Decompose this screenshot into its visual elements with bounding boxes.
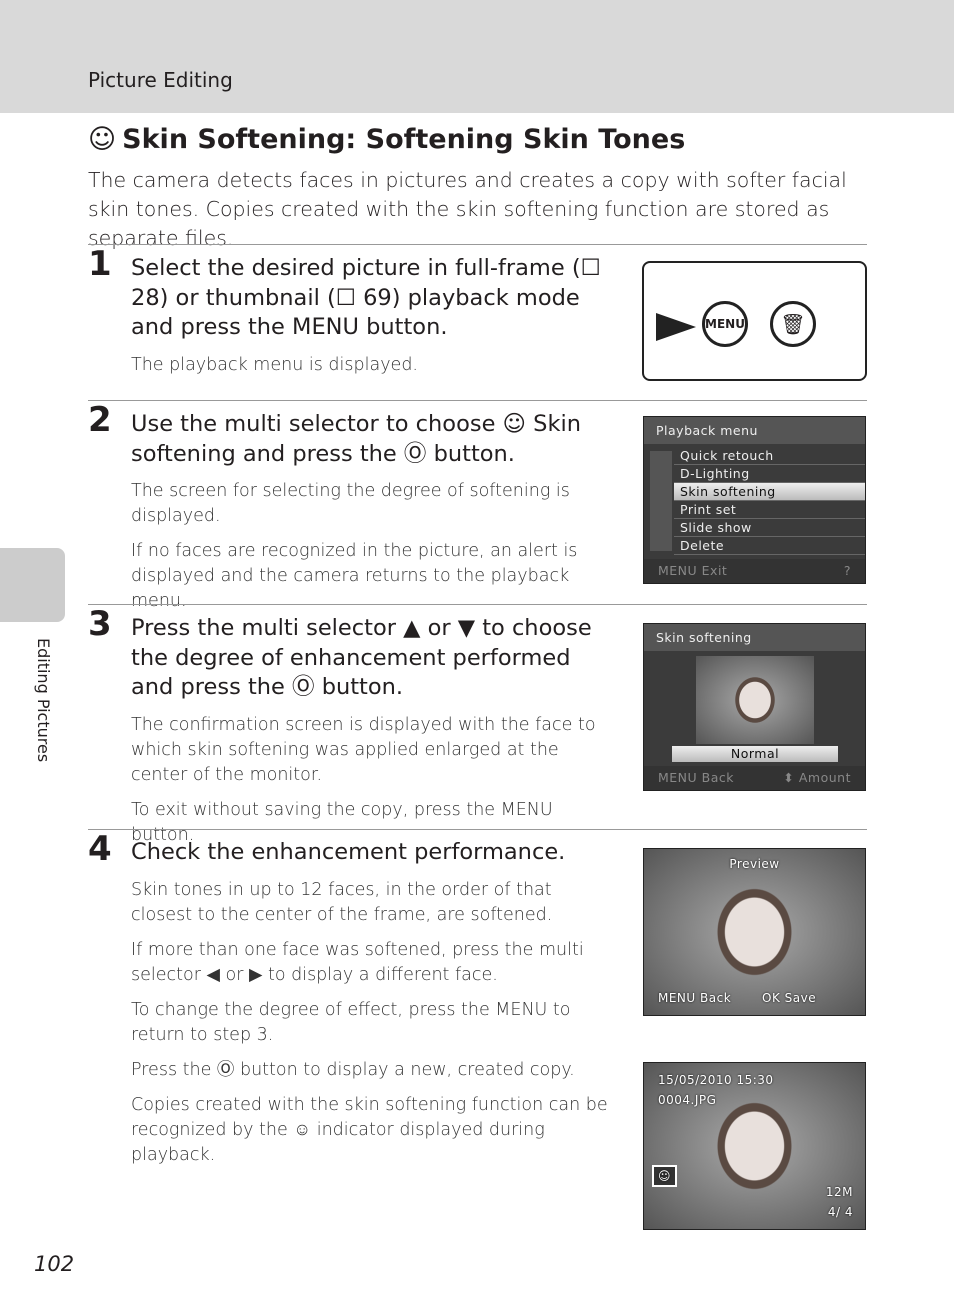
- step-number: 2: [88, 400, 112, 440]
- step-2: Use the multi selector to choose ☺ Skin …: [131, 411, 581, 611]
- skin-softening-indicator-icon: ☺: [652, 1165, 678, 1187]
- trash-icon: 🗑: [770, 301, 816, 347]
- divider: [88, 244, 867, 245]
- page-header: Picture Editing: [0, 0, 954, 113]
- divider: [88, 604, 867, 605]
- section-title: Picture Editing: [88, 68, 233, 92]
- playback-tab-icon: [650, 451, 672, 551]
- amount-selector[interactable]: Normal: [672, 746, 838, 762]
- menu-item[interactable]: Delete: [674, 537, 865, 555]
- menu-item[interactable]: Slide show: [674, 519, 865, 537]
- page-title: ☺ Skin Softening: Softening Skin Tones: [88, 124, 686, 155]
- step-3: Press the multi selector ▲ or ▼ to choos…: [131, 615, 596, 845]
- menu-item[interactable]: D-Lighting: [674, 465, 865, 483]
- side-tab-label: Editing Pictures: [34, 638, 53, 763]
- playback-screen: 15/05/2010 15:30 0004.JPG ☺ 12M 4/ 4: [643, 1062, 866, 1230]
- playback-menu-screen: Playback menu Quick retouch D-Lighting S…: [643, 416, 866, 584]
- page-number: 102: [34, 1252, 75, 1276]
- intro-text: The camera detects faces in pictures and…: [88, 168, 847, 250]
- help-icon: ?: [843, 563, 851, 578]
- menu-item[interactable]: Print set: [674, 501, 865, 519]
- step-number: 1: [88, 244, 112, 284]
- step-number: 3: [88, 604, 112, 644]
- skin-softening-icon: ☺: [88, 124, 117, 155]
- face-thumbnail: [696, 656, 814, 744]
- skin-softening-screen: Skin softening Normal MENU Back ⬍ Amount: [643, 623, 866, 791]
- arrow-icon: [656, 313, 696, 341]
- menu-item-selected[interactable]: Skin softening: [674, 483, 865, 501]
- step-number: 4: [88, 829, 112, 869]
- menu-item[interactable]: Quick retouch: [674, 447, 865, 465]
- menu-button-illustration: MENU: [702, 301, 748, 347]
- step-1: Select the desired picture in full-frame…: [131, 255, 601, 375]
- divider: [88, 829, 867, 830]
- camera-illustration: MENU 🗑: [642, 261, 867, 381]
- step-4: Check the enhancement performance. Skin t…: [131, 839, 608, 1165]
- side-tab: [0, 548, 65, 622]
- divider: [88, 400, 867, 401]
- preview-screen: Preview MENU Back OK Save: [643, 848, 866, 1016]
